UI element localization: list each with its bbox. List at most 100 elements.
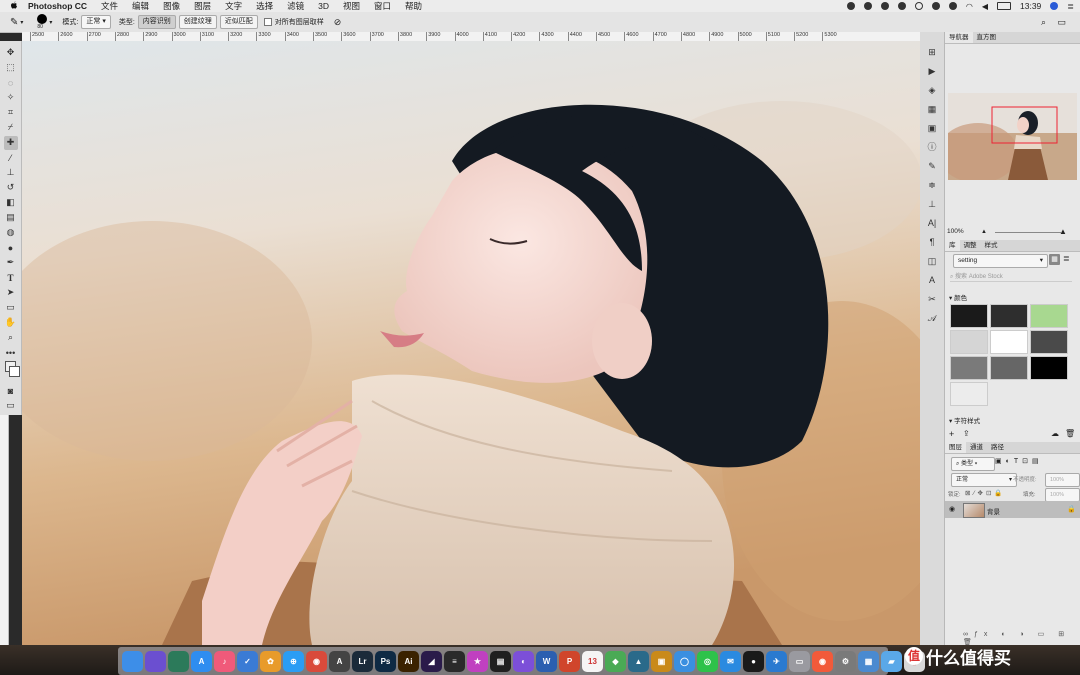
healing-brush-tool-icon[interactable]: ✚ [3,135,18,150]
magic-wand-tool-icon[interactable]: ✧ [4,91,18,105]
tab-histogram[interactable]: 直方图 [973,32,1001,43]
zoom-out-icon[interactable]: ▲ [981,229,987,235]
lock-icons[interactable]: ⊠⁄✥⊡🔒 [965,489,1006,497]
workspace-icon[interactable]: ▭ [1057,17,1066,28]
word-icon[interactable]: W [536,650,557,672]
lasso-tool-icon[interactable]: ◌ [4,76,18,90]
proximity-match-button[interactable]: 近似匹配 [219,15,258,29]
more-tools-icon[interactable]: ••• [4,346,18,360]
menu-window[interactable]: 窗口 [374,0,391,12]
hand-tool-icon[interactable]: ✋ [4,316,18,330]
finder-icon[interactable] [122,650,143,672]
color-swatch[interactable] [1030,330,1068,354]
user-avatar-icon[interactable] [1050,2,1059,10]
crop-tool-icon[interactable]: ⌗ [4,106,18,120]
settings-icon[interactable]: ⚙ [835,650,856,672]
layer-row-background[interactable]: ◉ 背景 🔒 [945,501,1080,518]
swatches-grid-icon[interactable]: ▦ [925,102,939,116]
rectangle-tool-icon[interactable]: ▭ [4,301,18,315]
clone-stamp-tool-icon[interactable]: ⊥ [4,166,18,180]
record-icon[interactable]: ◉ [812,650,833,672]
layer-name[interactable]: 背景 [987,506,1000,516]
menu-file[interactable]: 文件 [101,0,118,12]
content-aware-button[interactable]: 内容识别 [137,15,176,29]
tool-presets-icon[interactable]: ✂ [925,292,939,306]
paragraph-icon[interactable]: ¶ [925,235,939,249]
menu-app-icon[interactable]: ≡ [444,650,465,672]
chrome-icon[interactable]: ◉ [306,650,327,672]
navigator-thumbnail[interactable] [948,93,1077,180]
paths-icon[interactable]: ◫ [925,254,939,268]
eyedropper-tool-icon[interactable]: ⌿ [4,121,18,135]
pen-tool-icon[interactable]: ✒ [4,256,18,270]
color-swatch[interactable] [990,304,1028,328]
character-icon[interactable]: A| [925,216,939,230]
actions-play-icon[interactable]: ▶ [925,64,939,78]
volume-icon[interactable]: ◀ [982,2,988,11]
char-styles-header[interactable]: ▾ 字符样式 [949,415,980,425]
menu-3d[interactable]: 3D [318,1,329,11]
star-app-icon[interactable]: ★ [467,650,488,672]
info-icon[interactable]: ⓘ [925,140,939,154]
color-swatch[interactable] [990,356,1028,380]
status-icon-2[interactable] [863,2,872,10]
upload-icon[interactable]: ⇪ [963,429,970,438]
type-tool-icon[interactable]: T [4,271,18,285]
eraser-tool-icon[interactable]: ◧ [4,196,18,210]
create-texture-button[interactable]: 创建纹理 [178,15,217,29]
menu-edit[interactable]: 编辑 [132,0,149,12]
maps-icon[interactable]: ◆ [605,650,626,672]
opacity-field[interactable]: 100% [1045,473,1080,487]
mail-icon[interactable]: ✓ [237,650,258,672]
color-swatch[interactable] [950,330,988,354]
clone-source-icon[interactable]: ⊥ [925,197,939,211]
add-content-icon[interactable]: + [949,429,954,439]
app-name-menu[interactable]: Photoshop CC [28,1,87,11]
pressure-size-icon[interactable]: ⊘ [334,17,342,28]
color-swatch[interactable] [950,382,988,406]
tab-channels[interactable]: 通道 [966,442,987,453]
mode-select[interactable]: 正常 ▾ [81,15,111,29]
typora-icon[interactable]: A [329,650,350,672]
chevron-down-icon[interactable]: ▾ [20,19,23,26]
premiere-icon[interactable]: ◢ [421,650,442,672]
package-icon[interactable]: ▣ [651,650,672,672]
cloud-sync-icon[interactable]: ☁ [1051,429,1059,438]
powerpoint-icon[interactable]: P [559,650,580,672]
background-color[interactable] [8,365,20,377]
vpn-icon[interactable]: ▲ [628,650,649,672]
blur-tool-icon[interactable]: ◍ [4,226,18,240]
color-swatch[interactable] [950,304,988,328]
dodge-tool-icon[interactable]: ● [4,241,18,255]
brush-preset-picker[interactable]: 80 [35,13,49,31]
photoshop-icon[interactable]: Ps [375,650,396,672]
menu-type[interactable]: 文字 [225,0,242,12]
chevron-down-icon[interactable]: ▾ [49,19,52,26]
search-icon[interactable]: ⌕ [1041,17,1046,28]
visibility-eye-icon[interactable]: ◉ [949,505,955,513]
tab-navigator[interactable]: 导航器 [945,32,973,43]
menu-view[interactable]: 视图 [343,0,360,12]
gradient-tool-icon[interactable]: ▤ [4,211,18,225]
history-panel-icon[interactable]: ⊞ [925,45,939,59]
battery-icon[interactable] [997,2,1012,10]
layer-filter-select[interactable]: ⌕ 类型 ▾ [951,457,995,471]
menu-layer[interactable]: 图层 [194,0,211,12]
folder-icon[interactable]: ▰ [881,650,902,672]
colors-header[interactable]: ▾ 颜色 [949,292,967,302]
tab-libraries[interactable]: 库 [945,240,960,251]
time-machine-icon[interactable] [168,650,189,672]
illustrator-icon[interactable]: Ai [398,650,419,672]
marquee-tool-icon[interactable]: ⬚ [4,61,18,75]
sample-all-checkbox[interactable] [263,18,272,26]
tab-styles[interactable]: 样式 [981,240,1002,251]
library-dropdown[interactable]: setting ▾ [953,254,1048,268]
status-icon-6[interactable] [931,2,940,10]
text-style-icon[interactable]: 𝒜 [925,311,939,325]
color-swatch[interactable] [990,330,1028,354]
menu-filter[interactable]: 滤镜 [287,0,304,12]
apple-menu-icon[interactable] [10,1,18,12]
screen-mode-icon[interactable]: ▭ [4,399,18,413]
preview-icon[interactable]: ▦ [858,650,879,672]
glyphs-icon[interactable]: A [925,273,939,287]
